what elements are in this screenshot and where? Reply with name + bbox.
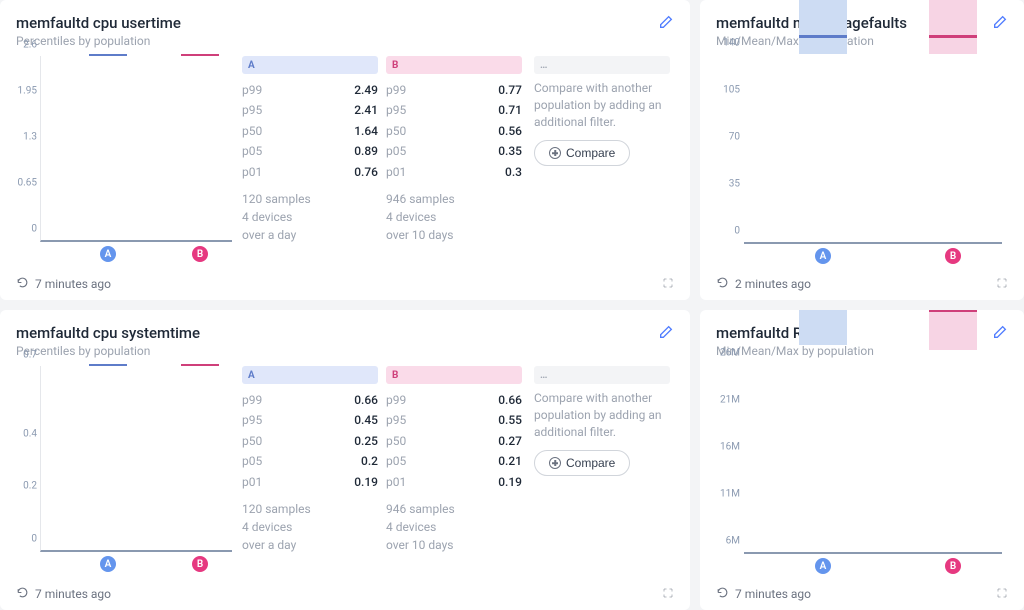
bar-a: [799, 0, 847, 54]
stats-b-header: B: [386, 366, 522, 384]
box-b-median: [181, 54, 219, 56]
badge-b: B: [945, 248, 961, 264]
bar-b: [929, 0, 977, 54]
refresh-icon[interactable]: [716, 586, 729, 602]
card-minor-pagefaults: memfaultd minor pagefaults Min/Mean/Max …: [700, 0, 1024, 300]
bar-a: [799, 310, 847, 345]
badge-a: A: [815, 558, 831, 574]
stats-a: A p990.66 p950.45 p500.25 p050.2 p010.19…: [242, 366, 386, 582]
compare-button[interactable]: Compare: [534, 140, 630, 166]
compare-panel: … Compare with another population by add…: [530, 366, 674, 582]
timestamp: 7 minutes ago: [35, 277, 111, 291]
mean-b: [929, 35, 977, 38]
card-subtitle: Percentiles by population: [16, 344, 200, 358]
box-a-median: [89, 54, 127, 56]
card-title: memfaultd cpu usertime: [16, 14, 181, 32]
expand-icon[interactable]: [662, 587, 674, 602]
badge-b: B: [192, 556, 208, 572]
refresh-icon[interactable]: [16, 276, 29, 292]
stats-b: B p990.66 p950.55 p500.27 p050.21 p010.1…: [386, 366, 530, 582]
compare-button[interactable]: Compare: [534, 450, 630, 476]
stats-b: B p990.77 p950.71 p500.56 p050.35 p010.3…: [386, 56, 530, 272]
card-title: memfaultd RSS: [716, 324, 874, 342]
card-cpu-systemtime: memfaultd cpu systemtime Percentiles by …: [0, 310, 690, 610]
box-a-median: [89, 364, 127, 366]
stats-a-header: A: [242, 56, 378, 74]
card-cpu-usertime: memfaultd cpu usertime Percentiles by po…: [0, 0, 690, 300]
mean-b: [929, 310, 977, 312]
edit-icon[interactable]: [658, 324, 674, 344]
mean-a: [799, 35, 847, 38]
percentile-chart: 0 0.65 1.3 1.95 2.6: [16, 56, 232, 272]
timestamp: 7 minutes ago: [735, 587, 811, 601]
badge-b: B: [945, 558, 961, 574]
refresh-icon[interactable]: [716, 276, 729, 292]
bar-b: [929, 310, 977, 350]
badge-b: B: [192, 246, 208, 262]
edit-icon[interactable]: [992, 324, 1008, 344]
badge-a: A: [815, 248, 831, 264]
expand-icon[interactable]: [996, 587, 1008, 602]
stats-b-header: B: [386, 56, 522, 74]
box-b-median: [181, 364, 219, 366]
plus-icon: [549, 147, 561, 159]
badge-a: A: [100, 556, 116, 572]
timestamp: 2 minutes ago: [735, 277, 811, 291]
timestamp: 7 minutes ago: [35, 587, 111, 601]
card-rss: memfaultd RSS Min/Mean/Max by population…: [700, 310, 1024, 610]
stats-a-header: A: [242, 366, 378, 384]
minmax-chart: 0 35 70 105 140 A B: [744, 54, 1002, 244]
edit-icon[interactable]: [658, 14, 674, 34]
percentile-chart: 0 0.2 0.4 0.7: [16, 366, 232, 582]
card-subtitle: Percentiles by population: [16, 34, 181, 48]
plus-icon: [549, 457, 561, 469]
badge-a: A: [100, 246, 116, 262]
compare-panel: … Compare with another population by add…: [530, 56, 674, 272]
card-title: memfaultd cpu systemtime: [16, 324, 200, 342]
edit-icon[interactable]: [992, 14, 1008, 34]
expand-icon[interactable]: [996, 277, 1008, 292]
stats-a: A p992.49 p952.41 p501.64 p050.89 p010.7…: [242, 56, 386, 272]
minmax-chart: 6M 11M 16M 21M 26M A B: [744, 364, 1002, 554]
refresh-icon[interactable]: [16, 586, 29, 602]
expand-icon[interactable]: [662, 277, 674, 292]
